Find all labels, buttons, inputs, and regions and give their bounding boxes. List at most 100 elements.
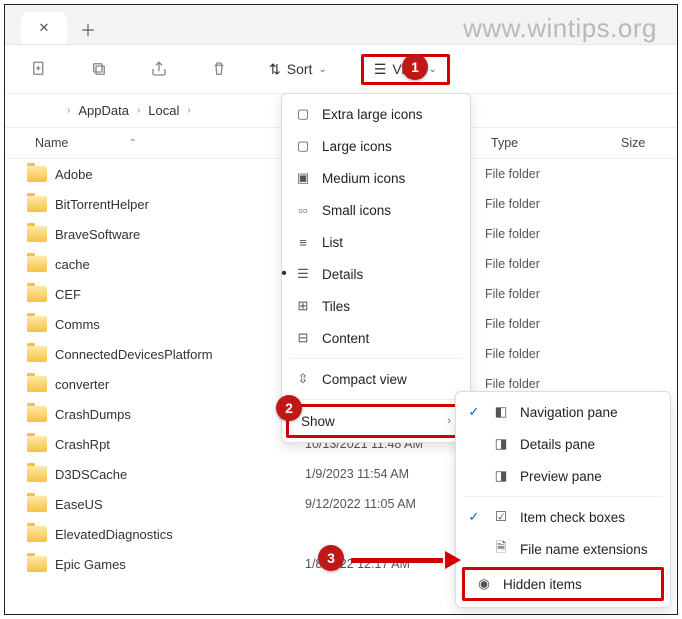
menu-preview-pane[interactable]: ◨Preview pane — [456, 460, 670, 492]
folder-icon — [27, 196, 47, 212]
delete-button[interactable] — [203, 53, 235, 85]
sort-asc-icon: ⌃ — [128, 138, 136, 149]
sort-button[interactable]: ⇅ Sort ⌄ — [263, 57, 333, 82]
pane-icon: ◨ — [492, 436, 510, 452]
file-name: EaseUS — [55, 497, 305, 512]
folder-icon — [27, 376, 47, 392]
menu-list[interactable]: ≡List — [282, 226, 470, 258]
folder-icon — [27, 556, 47, 572]
medium-grid-icon: ▣ — [294, 170, 312, 186]
view-menu: ▢Extra large icons ▢Large icons ▣Medium … — [281, 93, 471, 443]
tab-current[interactable]: ✕ — [21, 12, 67, 44]
file-name: CrashRpt — [55, 437, 305, 452]
chevron-right-icon: › — [187, 105, 190, 116]
folder-icon — [27, 286, 47, 302]
col-name-header[interactable]: Name — [35, 136, 68, 150]
menu-large-icons[interactable]: ▢Large icons — [282, 130, 470, 162]
menu-navigation-pane[interactable]: ✓◧Navigation pane — [456, 396, 670, 428]
folder-icon — [27, 316, 47, 332]
new-tab-button[interactable]: ＋ — [73, 14, 103, 44]
breadcrumb-local[interactable]: Local — [148, 103, 179, 118]
share-button[interactable] — [143, 53, 175, 85]
file-name: CEF — [55, 287, 305, 302]
folder-icon — [27, 526, 47, 542]
menu-content[interactable]: ⊟Content — [282, 322, 470, 354]
folder-icon — [27, 256, 47, 272]
menu-details[interactable]: •☰Details — [282, 258, 470, 290]
tiles-icon: ⊞ — [294, 298, 312, 314]
file-name: ConnectedDevicesPlatform — [55, 347, 305, 362]
file-name: ElevatedDiagnostics — [55, 527, 305, 542]
sort-label: Sort — [287, 61, 313, 77]
folder-icon — [27, 226, 47, 242]
col-size-header[interactable]: Size — [615, 136, 677, 150]
annotation-arrow — [351, 553, 461, 567]
menu-compact-view[interactable]: ⇳Compact view — [282, 363, 470, 395]
chevron-right-icon: › — [447, 415, 451, 427]
menu-details-pane[interactable]: ◨Details pane — [456, 428, 670, 460]
content-icon: ⊟ — [294, 330, 312, 346]
sort-icon: ⇅ — [269, 61, 281, 78]
menu-file-extensions[interactable]: 🗎File name extensions — [456, 533, 670, 565]
annotation-1: 1 — [402, 54, 428, 80]
folder-icon — [27, 166, 47, 182]
folder-icon — [27, 346, 47, 362]
compact-icon: ⇳ — [294, 371, 312, 387]
file-name: D3DSCache — [55, 467, 305, 482]
annotation-3: 3 — [318, 545, 344, 571]
chevron-right-icon: › — [137, 105, 140, 116]
list-icon: ≡ — [294, 235, 312, 250]
file-type: File folder — [485, 227, 615, 241]
copy-button[interactable] — [83, 53, 115, 85]
file-type: File folder — [485, 317, 615, 331]
check-icon: ✓ — [466, 509, 482, 525]
file-type: File folder — [485, 197, 615, 211]
show-submenu: ✓◧Navigation pane ◨Details pane ◨Preview… — [455, 391, 671, 608]
chevron-down-icon: ⌄ — [428, 64, 436, 75]
file-name: Epic Games — [55, 557, 305, 572]
file-name: Comms — [55, 317, 305, 332]
chevron-down-icon: ⌄ — [318, 64, 326, 75]
menu-show[interactable]: Show› — [286, 404, 466, 438]
menu-tiles[interactable]: ⊞Tiles — [282, 290, 470, 322]
close-icon[interactable]: ✕ — [39, 20, 50, 36]
folder-icon — [27, 436, 47, 452]
file-name: converter — [55, 377, 305, 392]
folder-icon — [27, 466, 47, 482]
menu-extra-large-icons[interactable]: ▢Extra large icons — [282, 98, 470, 130]
new-item-button[interactable] — [23, 53, 55, 85]
large-grid-icon: ▢ — [294, 106, 312, 122]
small-grid-icon: ▫▫ — [294, 203, 312, 218]
menu-small-icons[interactable]: ▫▫Small icons — [282, 194, 470, 226]
file-name: Adobe — [55, 167, 305, 182]
menu-hidden-items[interactable]: ◉Hidden items — [462, 567, 664, 601]
file-name: cache — [55, 257, 305, 272]
file-type: File folder — [485, 167, 615, 181]
file-type: File folder — [485, 347, 615, 361]
breadcrumb-appdata[interactable]: AppData — [78, 103, 129, 118]
folder-icon — [27, 496, 47, 512]
chevron-right-icon: › — [67, 105, 70, 116]
file-name: CrashDumps — [55, 407, 305, 422]
checkbox-icon: ☑ — [492, 509, 510, 525]
annotation-2: 2 — [276, 395, 302, 421]
list-icon: ☰ — [374, 61, 387, 78]
grid-icon: ▢ — [294, 138, 312, 154]
tab-bar: ✕ ＋ — [5, 5, 677, 45]
file-type: File folder — [485, 257, 615, 271]
file-icon: 🗎 — [492, 538, 510, 561]
file-type: File folder — [485, 377, 615, 391]
eye-icon: ◉ — [475, 576, 493, 592]
file-type: File folder — [485, 287, 615, 301]
col-type-header[interactable]: Type — [485, 136, 615, 150]
file-name: BitTorrentHelper — [55, 197, 305, 212]
menu-medium-icons[interactable]: ▣Medium icons — [282, 162, 470, 194]
details-icon: ☰ — [294, 266, 312, 282]
toolbar: ⇅ Sort ⌄ ☰ View ⌄ — [5, 45, 677, 93]
menu-item-checkboxes[interactable]: ✓☑Item check boxes — [456, 501, 670, 533]
pane-icon: ◧ — [492, 404, 510, 420]
file-name: BraveSoftware — [55, 227, 305, 242]
pane-icon: ◨ — [492, 468, 510, 484]
check-icon: ✓ — [466, 404, 482, 420]
folder-icon — [27, 406, 47, 422]
